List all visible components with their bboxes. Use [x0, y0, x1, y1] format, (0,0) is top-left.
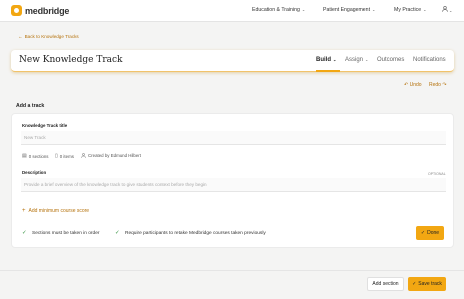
- tab-assign[interactable]: Assign ⌄: [345, 57, 368, 63]
- option-label: Require participants to retake Medbridge…: [125, 230, 266, 236]
- chevron-down-icon: ⌄: [423, 7, 427, 12]
- chevron-down-icon: ⌄: [372, 7, 376, 12]
- add-min-score-label: Add minimum course score: [28, 208, 90, 214]
- user-menu[interactable]: ⌄: [442, 6, 452, 14]
- nav-my-practice[interactable]: My Practice ⌄: [394, 7, 426, 13]
- redo-icon: ↷: [442, 82, 447, 88]
- back-to-knowledge-tracks-link[interactable]: ← Back to Knowledge Tracks: [18, 34, 79, 39]
- created-by: Created by Edmund Hilbert: [81, 153, 141, 158]
- add-minimum-course-score-button[interactable]: + Add minimum course score: [22, 208, 89, 214]
- checkmark-icon[interactable]: ✓: [115, 230, 121, 236]
- option-require-retake[interactable]: ✓ Require participants to retake Medbridg…: [115, 230, 266, 236]
- track-form-card: Knowledge Track title New Track ▤ 0 secti…: [11, 113, 454, 248]
- chevron-down-icon: ⌄: [449, 8, 453, 13]
- tab-notifications[interactable]: Notifications: [413, 57, 446, 63]
- save-track-button[interactable]: ✓ Save track: [408, 277, 446, 291]
- user-icon: [442, 6, 448, 12]
- tab-label: Assign: [345, 57, 364, 63]
- tab-label: Outcomes: [377, 57, 405, 63]
- sections-icon: ▤: [22, 153, 27, 159]
- tab-label: Build: [316, 57, 331, 63]
- tab-label: Notifications: [413, 57, 446, 63]
- page-title: New Knowledge Track: [19, 55, 123, 65]
- created-by-text: Created by Edmund Hilbert: [88, 153, 141, 158]
- add-track-heading: Add a track: [16, 103, 45, 109]
- add-section-button[interactable]: Add section: [367, 277, 404, 291]
- track-title-input[interactable]: New Track: [21, 131, 446, 145]
- medbridge-logo-icon: [11, 5, 22, 16]
- chevron-down-icon: ⌄: [365, 57, 369, 62]
- top-navigation: medbridge Education & Training ⌄ Patient …: [0, 0, 464, 22]
- tab-outcomes[interactable]: Outcomes: [377, 57, 404, 63]
- back-link-label: Back to Knowledge Tracks: [24, 34, 79, 39]
- description-placeholder: Provide a brief overview of the knowledg…: [24, 182, 207, 187]
- undo-label: Undo: [409, 82, 422, 88]
- description-input[interactable]: Provide a brief overview of the knowledg…: [21, 178, 446, 192]
- nav-item-label: My Practice: [394, 7, 422, 13]
- checkmark-icon[interactable]: ✓: [22, 230, 28, 236]
- footer-divider: [0, 270, 464, 271]
- done-label: Done: [427, 230, 440, 236]
- nav-item-label: Education & Training: [252, 7, 300, 13]
- option-label: Sections must be taken in order: [32, 230, 100, 236]
- active-tab-indicator: [316, 70, 340, 72]
- optional-tag: OPTIONAL: [428, 172, 446, 176]
- save-track-label: Save track: [418, 281, 442, 287]
- redo-label: Redo: [429, 82, 441, 88]
- undo-button[interactable]: ↶ Undo: [404, 82, 422, 88]
- arrow-left-icon: ←: [18, 34, 23, 39]
- option-sections-in-order[interactable]: ✓ Sections must be taken in order: [22, 230, 99, 236]
- track-title-placeholder: New Track: [24, 135, 46, 140]
- undo-icon: ↶: [404, 82, 409, 88]
- description-label: Description: [22, 170, 47, 175]
- person-icon: [81, 153, 86, 158]
- brand-name: medbridge: [25, 5, 70, 16]
- check-icon: ✓: [412, 281, 417, 287]
- medbridge-logo[interactable]: medbridge: [11, 5, 69, 16]
- nav-education-training[interactable]: Education & Training ⌄: [252, 7, 305, 13]
- items-count: ▯ 0 items: [55, 153, 74, 159]
- chevron-down-icon: ⌄: [333, 57, 337, 62]
- done-button[interactable]: ✓ Done: [416, 226, 444, 240]
- nav-item-label: Patient Engagement: [323, 7, 371, 13]
- add-section-label: Add section: [372, 281, 399, 287]
- bookmark-icon: ▯: [55, 153, 58, 159]
- tab-build[interactable]: Build ⌄: [316, 57, 336, 63]
- items-count-text: 0 items: [59, 153, 74, 159]
- redo-button[interactable]: Redo ↷: [429, 82, 447, 88]
- check-icon: ✓: [420, 230, 426, 236]
- sections-count-text: 0 sections: [28, 153, 49, 159]
- sections-count: ▤ 0 sections: [22, 153, 49, 159]
- plus-icon: +: [22, 208, 26, 214]
- track-header: New Knowledge Track Build ⌄ Assign ⌄ Outco…: [11, 50, 454, 72]
- nav-patient-engagement[interactable]: Patient Engagement ⌄: [323, 7, 375, 13]
- track-title-label: Knowledge Track title: [22, 123, 68, 128]
- chevron-down-icon: ⌄: [301, 7, 306, 12]
